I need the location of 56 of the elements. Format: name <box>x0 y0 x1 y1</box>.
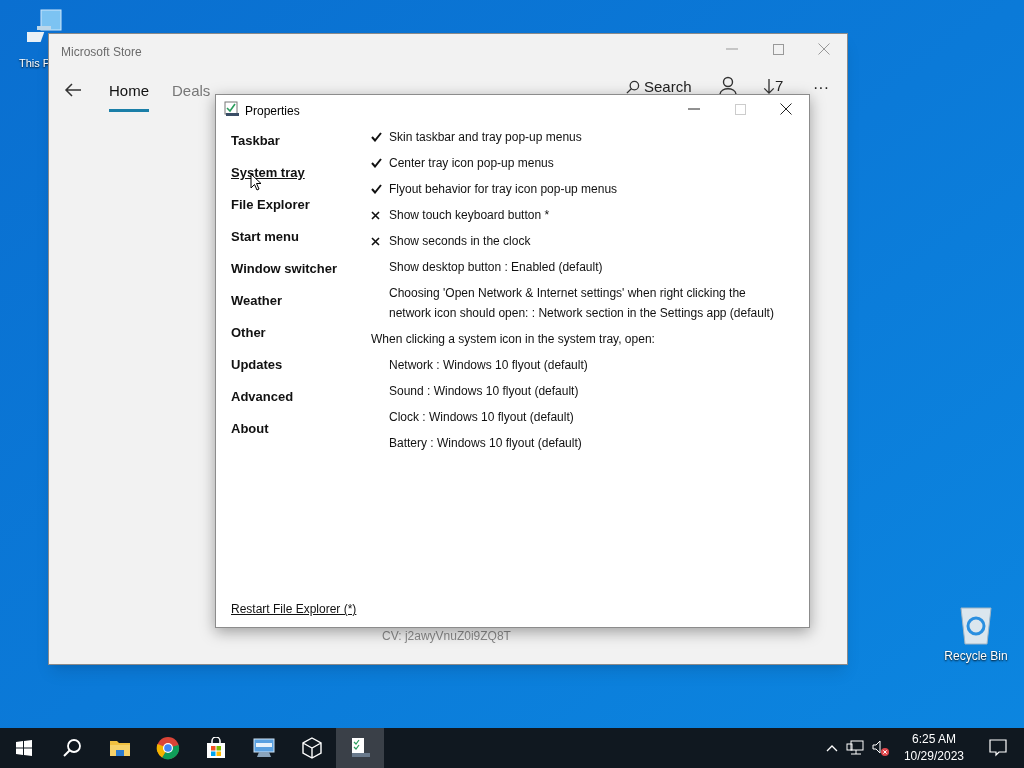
nav-link[interactable]: Updates <box>231 355 338 374</box>
option-toggle[interactable]: Skin taskbar and tray pop-up menus <box>389 127 582 147</box>
option-toggle[interactable]: Flyout behavior for tray icon pop-up menus <box>389 179 618 199</box>
nav-link[interactable]: Other <box>231 323 338 342</box>
tab[interactable]: Home <box>109 80 149 112</box>
nav-link[interactable]: Advanced <box>231 387 338 406</box>
chevron-up-icon[interactable] <box>825 744 838 752</box>
option-toggle[interactable]: Center tray icon pop-up menus <box>389 153 554 173</box>
close-icon <box>818 43 830 55</box>
search-icon <box>62 738 82 758</box>
option-choice[interactable]: Sound : Windows 10 flyout (default) <box>389 381 789 401</box>
chrome-icon <box>156 736 180 760</box>
option-choice[interactable]: Clock : Windows 10 flyout (default) <box>389 407 789 427</box>
download-arrow-icon <box>763 77 775 95</box>
downloads-button[interactable]: 7 <box>763 75 784 98</box>
checklist-app-icon <box>349 737 371 759</box>
desktop-icon-label: Recycle Bin <box>944 650 1008 662</box>
minimize-icon <box>688 108 700 110</box>
option-choice[interactable]: Choosing 'Open Network & Internet settings' when right clicking the network icon should open: : Network section in the Settings app (default) <box>389 283 789 323</box>
maximize-icon <box>772 43 784 55</box>
account-button[interactable] <box>719 76 737 94</box>
more-button[interactable]: ··· <box>813 76 829 100</box>
file-explorer-icon <box>109 738 131 758</box>
windows-logo-icon <box>16 740 32 756</box>
option-toggle[interactable]: Show touch keyboard button * <box>389 205 550 225</box>
version-text: CV: j2awyVnuZ0i9ZQ8T <box>382 628 511 645</box>
restart-link[interactable]: Restart File Explorer (*) <box>231 600 357 618</box>
minimize-icon <box>726 48 738 50</box>
monitor-icon <box>252 737 276 759</box>
nav-link[interactable]: Weather <box>231 291 338 310</box>
window-title: Microsoft Store <box>61 44 142 61</box>
option-choice[interactable]: Show desktop button : Enabled (default) <box>389 257 789 277</box>
taskbar-app-button[interactable] <box>336 728 384 768</box>
person-icon <box>719 76 737 94</box>
option-toggle[interactable]: Show seconds in the clock <box>389 231 531 251</box>
nav-link[interactable]: System tray <box>231 163 338 182</box>
app-icon <box>224 101 240 117</box>
nav-link[interactable]: File Explorer <box>231 195 338 214</box>
network-icon[interactable] <box>845 740 864 756</box>
speaker-muted-icon[interactable] <box>871 740 890 756</box>
window-title: Properties <box>245 103 300 120</box>
option-choice[interactable]: Network : Windows 10 flyout (default) <box>389 355 789 375</box>
section-heading: When clicking a system icon in the system tray, open: <box>371 331 655 348</box>
option-choice[interactable]: Battery : Windows 10 flyout (default) <box>389 433 789 453</box>
speech-bubble-icon <box>989 739 1007 757</box>
nav-link[interactable]: Taskbar <box>231 131 338 150</box>
tab[interactable]: Deals <box>172 80 211 112</box>
cube-icon <box>301 737 323 759</box>
search-icon <box>625 79 640 95</box>
clock[interactable]: 6:25 AM 10/29/2023 <box>897 731 970 765</box>
shopping-bag-icon <box>205 737 227 759</box>
nav-link[interactable]: Start menu <box>231 227 338 246</box>
close-icon <box>780 103 792 115</box>
maximize-icon <box>734 103 746 115</box>
nav-link[interactable]: Window switcher <box>231 259 338 278</box>
nav-link[interactable]: About <box>231 419 338 438</box>
